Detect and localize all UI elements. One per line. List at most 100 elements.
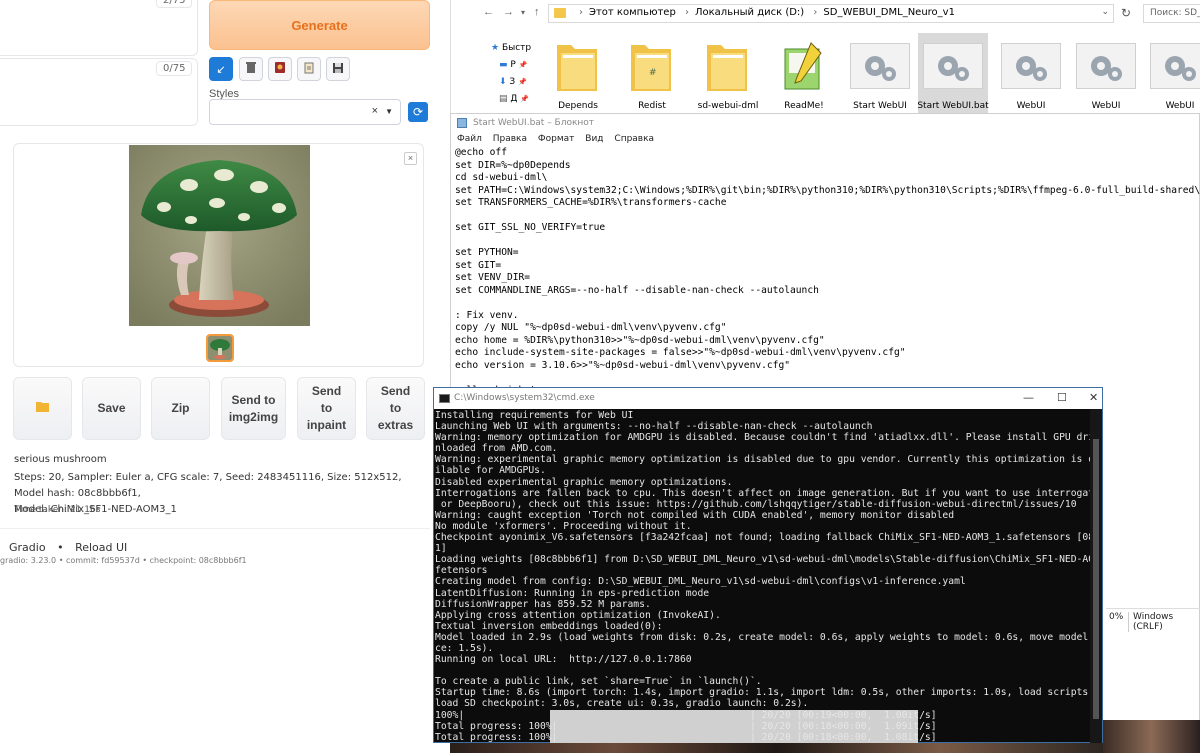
maximize-icon[interactable]: ☐ xyxy=(1057,391,1067,404)
minimize-icon[interactable]: — xyxy=(1023,391,1034,404)
nav-label: Р xyxy=(510,60,516,70)
menu-edit[interactable]: Правка xyxy=(493,134,527,144)
address-bar[interactable]: › Этот компьютер › Локальный диск (D:) › SD… xyxy=(548,4,1114,23)
folder-icon xyxy=(36,400,49,417)
card-icon xyxy=(274,61,286,77)
pin-icon: 📌 xyxy=(518,61,528,69)
button-label: Send to xyxy=(231,392,276,407)
save-button[interactable]: Save xyxy=(82,377,141,440)
generate-button[interactable]: Generate xyxy=(209,0,430,50)
clear-icon[interactable]: × xyxy=(372,105,378,117)
button-label: extras xyxy=(377,418,414,432)
gallery-thumbnail[interactable] xyxy=(206,334,234,362)
path-chevron: › xyxy=(813,7,818,18)
download-icon: ⬇ xyxy=(499,77,507,87)
menu-bar: Файл Правка Формат Вид Справка xyxy=(451,132,1199,148)
notepad-icon xyxy=(457,118,467,128)
notepad-titlebar: Start WebUI.bat – Блокнот xyxy=(451,114,1199,132)
trash-icon xyxy=(245,61,257,77)
search-field[interactable]: Поиск: SD_WEBUI xyxy=(1143,4,1200,23)
folder-icon xyxy=(554,8,566,18)
breadcrumb-item[interactable]: Этот компьютер xyxy=(589,7,676,18)
refresh-icon: ⟳ xyxy=(412,105,424,119)
gear-icon xyxy=(1001,43,1061,89)
file-label: Start WebUI.bat xyxy=(917,101,989,111)
back-icon[interactable]: ← xyxy=(483,6,494,18)
negative-token-counter: 0/75 xyxy=(156,61,193,76)
reload-ui-link[interactable]: Reload UI xyxy=(75,541,127,554)
quick-access-item[interactable]: ★ Быстр xyxy=(491,40,551,57)
generation-prompt: serious mushroom xyxy=(14,454,107,465)
gear-icon xyxy=(850,43,910,89)
navigation-pane: ★ Быстр ▬ Р 📌 ⬇ З 📌 ▤ Д 📌 xyxy=(491,40,551,108)
menu-format[interactable]: Формат xyxy=(538,134,575,144)
zip-button[interactable]: Zip xyxy=(151,377,210,440)
svg-text:#: # xyxy=(649,68,657,78)
close-icon[interactable]: ✕ xyxy=(1089,391,1098,404)
pin-icon: 📌 xyxy=(520,95,530,103)
sd-webui-panel: 2/75 0/75 Generate ↙ Styles × ▼ ⟳ × Save… xyxy=(0,0,450,753)
styles-dropdown[interactable]: × ▼ xyxy=(209,99,401,125)
clipboard-icon xyxy=(303,61,315,77)
notepad-editor[interactable]: @echo off set DIR=%~dp0Depends cd sd-web… xyxy=(455,147,1200,397)
folder-icon: # xyxy=(631,45,671,91)
gear-icon xyxy=(923,43,983,89)
window-title: Start WebUI.bat – Блокнот xyxy=(473,118,595,128)
notepad-plus-icon xyxy=(784,42,822,90)
chevron-down-icon[interactable]: ⌄ xyxy=(1101,7,1109,17)
pin-icon: 📌 xyxy=(518,78,527,86)
button-label: img2img xyxy=(228,409,279,424)
time-taken: Time taken: 21.16s xyxy=(14,505,101,515)
menu-view[interactable]: Вид xyxy=(585,134,603,144)
path-chevron: › xyxy=(579,7,583,18)
nav-label: Быстр xyxy=(501,43,532,53)
nav-item[interactable]: ▬ Р 📌 xyxy=(491,57,551,74)
prompt-textarea[interactable] xyxy=(0,0,198,56)
show-extra-networks-button[interactable] xyxy=(268,57,292,81)
nav-item[interactable]: ⬇ З 📌 xyxy=(491,74,551,91)
send-to-img2img-button[interactable]: Send to img2img xyxy=(221,377,286,440)
breadcrumb-item[interactable]: Локальный диск (D:) xyxy=(695,7,804,18)
forward-icon[interactable]: → xyxy=(503,6,514,18)
cmd-titlebar: C:\Windows\system32\cmd.exe — ☐ ✕ xyxy=(434,388,1102,409)
clear-prompt-button[interactable] xyxy=(239,57,263,81)
refresh-styles-button[interactable]: ⟳ xyxy=(408,102,428,122)
arrow-icon: ↙ xyxy=(216,63,226,76)
breadcrumb-item[interactable]: SD_WEBUI_DML_Neuro_v1 xyxy=(823,7,955,18)
folder-icon xyxy=(707,45,747,91)
file-label: WebUI xyxy=(1165,101,1195,111)
gradio-link[interactable]: Gradio xyxy=(9,541,46,554)
send-to-inpaint-button[interactable]: Send to inpaint xyxy=(297,377,356,440)
line-ending: Windows (CRLF) xyxy=(1128,612,1200,632)
apply-style-button[interactable] xyxy=(297,57,321,81)
nav-label: З xyxy=(509,77,516,87)
scrollbar[interactable] xyxy=(1090,409,1102,743)
refresh-icon[interactable]: ↻ xyxy=(1121,6,1131,20)
button-label: inpaint xyxy=(306,418,347,432)
generation-params-line: Steps: 20, Sampler: Euler a, CFG scale: … xyxy=(14,472,402,499)
footer-bullet: • xyxy=(57,541,64,554)
file-item-start-webui-bat[interactable]: Start WebUI.bat xyxy=(917,33,989,113)
send-to-extras-button[interactable]: Send to extras xyxy=(366,377,425,440)
path-chevron: › xyxy=(685,7,689,18)
file-explorer-window: ← → ▾ ↑ › Этот компьютер › Локальный диск … xyxy=(450,0,1200,113)
button-label: Send xyxy=(311,384,342,398)
menu-file[interactable]: Файл xyxy=(457,134,482,144)
open-folder-button[interactable] xyxy=(13,377,72,440)
up-icon[interactable]: ↑ xyxy=(534,6,540,18)
scrollbar-thumb[interactable] xyxy=(1093,439,1099,719)
gear-icon xyxy=(1150,43,1200,89)
star-icon: ★ xyxy=(491,43,500,53)
save-style-button[interactable] xyxy=(326,57,350,81)
close-icon[interactable]: × xyxy=(404,152,417,165)
button-label: to xyxy=(320,401,333,415)
console-output[interactable]: Installing requirements for Web UI Launc… xyxy=(435,410,1090,743)
console-icon xyxy=(439,394,450,403)
chevron-down-icon[interactable]: ▼ xyxy=(385,107,393,116)
divider xyxy=(0,528,430,529)
paste-params-button[interactable]: ↙ xyxy=(209,57,233,81)
chevron-down-icon[interactable]: ▾ xyxy=(521,8,525,17)
generated-image[interactable] xyxy=(129,145,310,326)
prompt-token-counter: 2/75 xyxy=(156,0,193,8)
menu-help[interactable]: Справка xyxy=(614,134,654,144)
